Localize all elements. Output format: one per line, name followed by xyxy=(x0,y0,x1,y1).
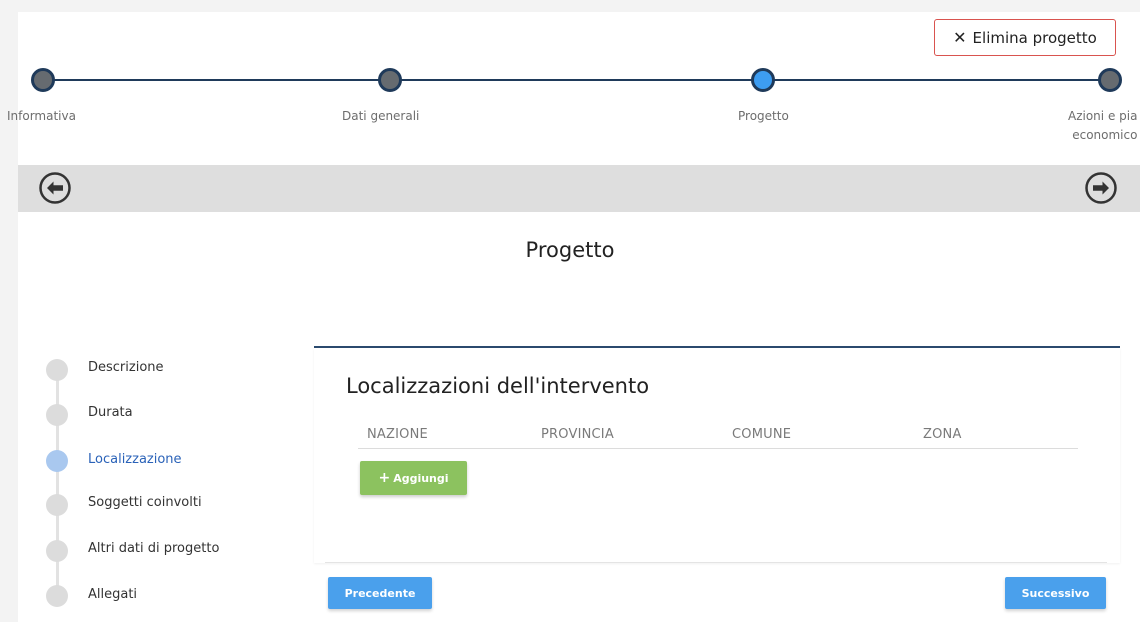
step-progetto-dot[interactable] xyxy=(751,68,775,92)
sidebar-dot-descrizione[interactable] xyxy=(46,359,68,381)
next-button[interactable]: Successivo xyxy=(1005,577,1106,609)
step-navigation-bar xyxy=(18,165,1140,212)
step-azioni-label-line1: Azioni e pia xyxy=(1068,109,1138,123)
step-dati-generali-label[interactable]: Dati generali xyxy=(342,107,419,126)
column-header-provincia: PROVINCIA xyxy=(541,427,614,442)
previous-button[interactable]: Precedente xyxy=(328,577,432,609)
delete-project-button[interactable]: ✕ Elimina progetto xyxy=(934,19,1116,56)
sidebar-item-durata[interactable]: Durata xyxy=(88,405,133,420)
close-icon: ✕ xyxy=(953,28,967,47)
sidebar-item-soggetti-coinvolti[interactable]: Soggetti coinvolti xyxy=(88,495,202,510)
sidebar-dot-durata[interactable] xyxy=(46,404,68,426)
column-header-nazione: NAZIONE xyxy=(367,427,428,442)
page-title: Progetto xyxy=(525,238,615,262)
add-location-button[interactable]: + Aggiungi xyxy=(360,461,467,495)
arrow-left-circle-icon[interactable] xyxy=(38,171,72,205)
sidebar-dot-localizzazione[interactable] xyxy=(46,450,68,472)
left-margin xyxy=(0,0,18,622)
stepper-connector xyxy=(763,79,1108,81)
sidebar-dot-soggetti[interactable] xyxy=(46,494,68,516)
step-azioni-dot[interactable] xyxy=(1098,68,1122,92)
stepper-connector xyxy=(390,79,763,81)
panel-footer-divider xyxy=(325,562,1107,563)
stepper-connector xyxy=(40,79,390,81)
section-title: Localizzazioni dell'intervento xyxy=(346,374,650,398)
step-progetto-label[interactable]: Progetto xyxy=(738,107,789,126)
sidebar-item-descrizione[interactable]: Descrizione xyxy=(88,360,164,375)
top-margin xyxy=(0,0,1140,12)
sidebar-dot-altri-dati[interactable] xyxy=(46,540,68,562)
table-header-divider xyxy=(358,448,1078,449)
sidebar-item-allegati[interactable]: Allegati xyxy=(88,587,137,602)
step-azioni-label[interactable]: Azioni e pia economico xyxy=(1068,107,1137,145)
step-azioni-label-line2: economico xyxy=(1072,128,1138,142)
plus-icon: + xyxy=(378,470,391,486)
arrow-right-circle-icon[interactable] xyxy=(1084,171,1118,205)
column-header-zona: ZONA xyxy=(923,427,962,442)
sidebar-item-altri-dati[interactable]: Altri dati di progetto xyxy=(88,541,219,556)
step-dati-generali-dot[interactable] xyxy=(378,68,402,92)
sidebar-item-localizzazione[interactable]: Localizzazione xyxy=(88,452,182,467)
step-informativa-dot[interactable] xyxy=(31,68,55,92)
column-header-comune: COMUNE xyxy=(732,427,792,442)
panel-top-border xyxy=(314,346,1120,348)
step-informativa-label[interactable]: Informativa xyxy=(7,107,76,126)
delete-project-label: Elimina progetto xyxy=(972,28,1097,47)
sidebar-dot-allegati[interactable] xyxy=(46,585,68,607)
wizard-page: ✕ Elimina progetto Informativa Dati gene… xyxy=(0,0,1140,622)
add-location-label: Aggiungi xyxy=(393,471,449,485)
